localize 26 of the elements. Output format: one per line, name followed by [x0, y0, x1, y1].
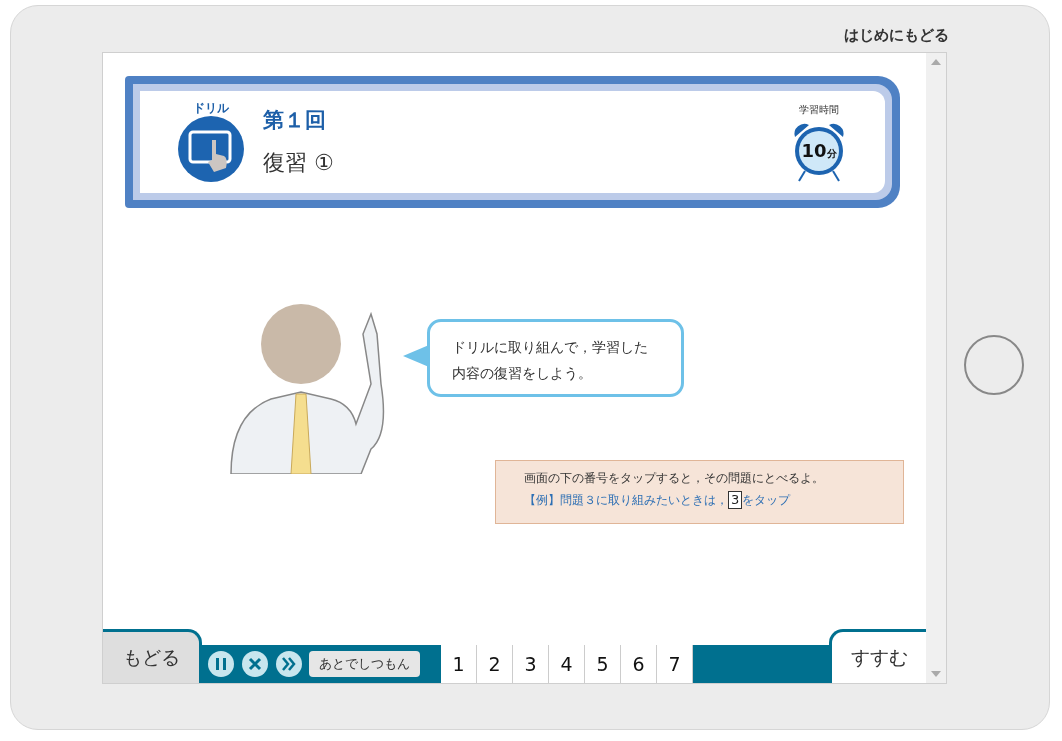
next-button[interactable]: すすむ [829, 629, 927, 683]
back-to-start-link[interactable]: はじめにもどる [844, 23, 949, 46]
lesson-title: 復習 ① [263, 149, 334, 178]
question-number-button[interactable]: 5 [585, 645, 621, 683]
back-button[interactable]: もどる [103, 629, 202, 683]
ask-later-button[interactable]: あとでしつもん [309, 651, 420, 677]
round-number: 第１回 [263, 106, 327, 134]
question-number-button[interactable]: 3 [513, 645, 549, 683]
question-number-button[interactable]: 1 [441, 645, 477, 683]
study-time-label: 学習時間 [799, 102, 839, 117]
drill-label: ドリル [193, 102, 229, 114]
example-text: 【例】問題３に取り組みたいときは， 3 をタップ [524, 491, 792, 509]
page-scrollbar[interactable] [926, 53, 946, 683]
pause-icon[interactable] [207, 650, 235, 678]
hint-text: 画面の下の番号をタップすると，その問題にとべるよ。 [524, 470, 826, 487]
question-number-button[interactable]: 6 [621, 645, 657, 683]
close-icon[interactable] [241, 650, 269, 678]
question-number-button[interactable]: 7 [657, 645, 693, 683]
scroll-up-icon[interactable] [931, 59, 941, 65]
question-number-button[interactable]: 2 [477, 645, 513, 683]
home-button[interactable] [964, 335, 1024, 395]
tablet-tap-icon [178, 116, 244, 182]
question-number-button[interactable]: 4 [549, 645, 585, 683]
speech-bubble: ドリルに取り組んで，学習した内容の復習をしよう。 [427, 319, 684, 397]
scroll-down-icon[interactable] [931, 671, 941, 677]
fast-forward-icon[interactable] [275, 650, 303, 678]
